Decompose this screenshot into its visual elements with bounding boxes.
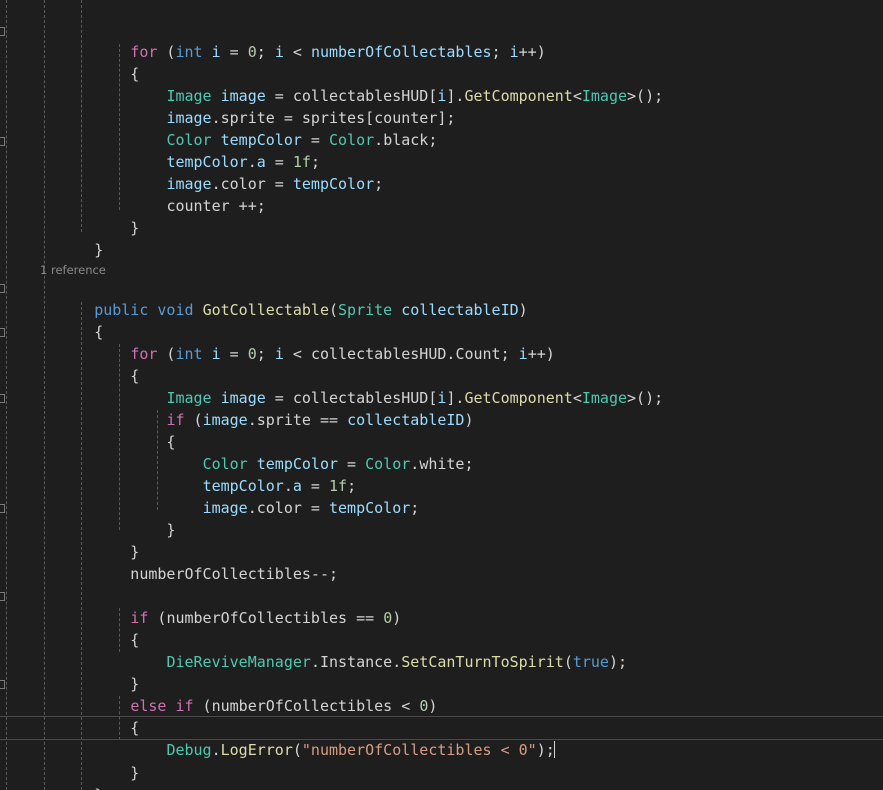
code-line[interactable]: public void GotCollectable(Sprite collec… xyxy=(0,277,883,319)
code-line-text: } xyxy=(54,784,103,790)
code-surface[interactable]: for (int i = 0; i < numberOfCollectables… xyxy=(0,0,883,790)
code-line-active[interactable]: Debug.LogError("numberOfCollectibles < 0… xyxy=(0,716,883,759)
code-line[interactable]: counter ++; xyxy=(0,173,883,215)
code-line[interactable]: } xyxy=(0,762,883,790)
code-line[interactable]: { xyxy=(0,299,883,341)
code-line[interactable]: Color tempColor = Color.black; xyxy=(0,107,883,149)
code-line[interactable]: } xyxy=(0,740,883,782)
code-line[interactable]: } xyxy=(0,497,883,539)
code-line[interactable]: { xyxy=(0,343,883,385)
code-line[interactable]: image.color = tempColor; xyxy=(0,151,883,193)
code-line[interactable]: if (image.sprite == collectableID) xyxy=(0,387,883,429)
code-line[interactable]: } xyxy=(0,651,883,693)
code-line[interactable]: DieReviveManager.Instance.SetCanTurnToSp… xyxy=(0,629,883,671)
code-line[interactable]: Color tempColor = Color.white; xyxy=(0,431,883,473)
code-line[interactable]: } xyxy=(0,519,883,561)
code-line[interactable]: tempColor.a = 1f; xyxy=(0,129,883,171)
code-line[interactable]: for (int i = 0; i < collectablesHUD.Coun… xyxy=(0,321,883,363)
code-line[interactable]: image.color = tempColor; xyxy=(0,475,883,517)
code-line[interactable]: } xyxy=(0,195,883,237)
code-line[interactable]: else if (numberOfCollectibles < 0) xyxy=(0,673,883,715)
code-line[interactable]: for (int i = 0; i < numberOfCollectables… xyxy=(0,19,883,61)
code-line[interactable]: { xyxy=(0,41,883,83)
code-editor[interactable]: for (int i = 0; i < numberOfCollectables… xyxy=(0,0,883,790)
code-line[interactable]: { xyxy=(0,695,883,737)
code-line[interactable]: { xyxy=(0,409,883,451)
code-line[interactable] xyxy=(0,563,883,585)
code-line[interactable]: numberOfCollectibles--; xyxy=(0,541,883,583)
code-line[interactable]: Image image = collectablesHUD[i].GetComp… xyxy=(0,365,883,407)
code-line-text: } xyxy=(94,241,104,259)
code-line[interactable]: } xyxy=(0,217,883,259)
code-line[interactable]: Image image = collectablesHUD[i].GetComp… xyxy=(0,63,883,105)
code-line[interactable]: if (numberOfCollectibles == 0) xyxy=(0,585,883,627)
code-line[interactable]: { xyxy=(0,607,883,649)
code-line[interactable]: tempColor.a = 1f; xyxy=(0,453,883,495)
code-line[interactable]: image.sprite = sprites[counter]; xyxy=(0,85,883,127)
